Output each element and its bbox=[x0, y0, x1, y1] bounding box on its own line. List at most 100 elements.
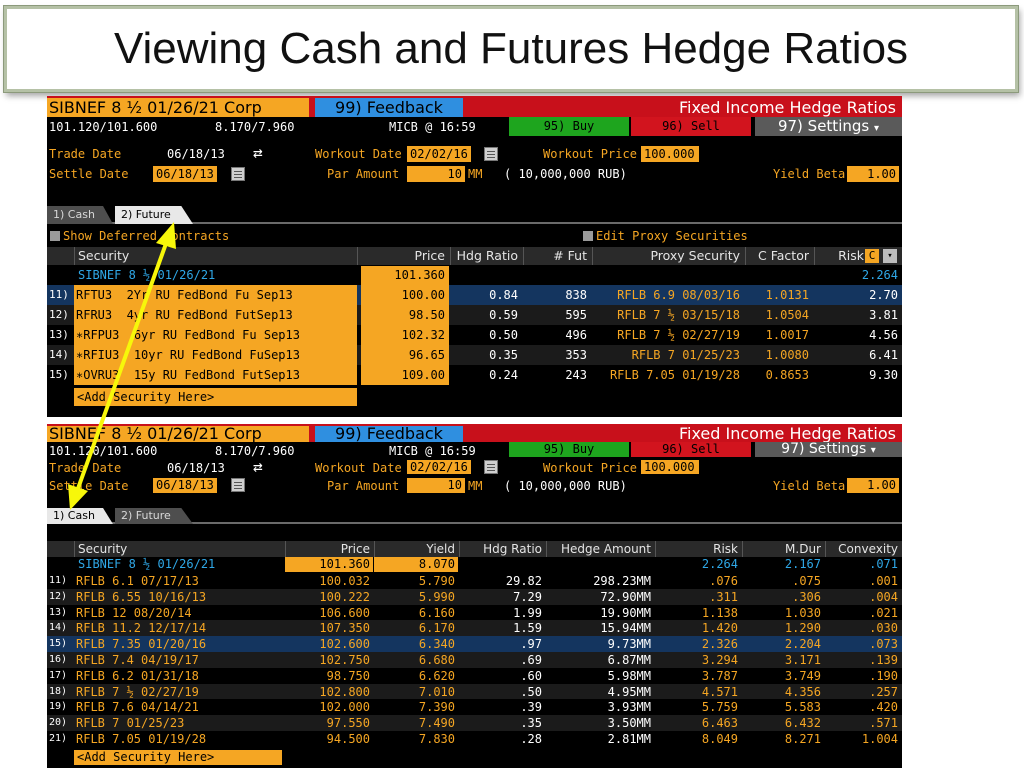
calendar-icon[interactable] bbox=[484, 460, 498, 474]
par-amount-field[interactable]: 10 bbox=[407, 166, 465, 182]
future-security[interactable]: RFRU3 4yr RU FedBond FutSep13 bbox=[74, 305, 357, 325]
future-price[interactable]: 102.32 bbox=[361, 325, 449, 345]
sell-button[interactable]: 96) Sell bbox=[631, 442, 751, 457]
risk-mode-field[interactable]: C bbox=[865, 249, 879, 263]
feedback-button[interactable]: 99) Feedback bbox=[315, 98, 463, 117]
buy-button[interactable]: 95) Buy bbox=[509, 442, 629, 457]
bond-ticker[interactable]: SIBNEF 8 ½ 01/26/21 Corp bbox=[47, 98, 309, 117]
table-row[interactable]: 14) ∗RFIU3 10yr RU FedBond FuSep13 96.65 0.… bbox=[47, 345, 902, 365]
table-row[interactable]: 15) ∗OVRU3 15y RU FedBond FutSep13 109.00 0… bbox=[47, 365, 902, 385]
settle-date-field[interactable]: 06/18/13 bbox=[153, 166, 217, 182]
cash-security[interactable]: RFLB 6.1 07/17/13 bbox=[76, 573, 199, 589]
par-amount-field[interactable]: 10 bbox=[407, 478, 465, 493]
workout-date-field[interactable]: 02/02/16 bbox=[407, 460, 471, 474]
workout-date-field[interactable]: 02/02/16 bbox=[407, 146, 471, 162]
feedback-button[interactable]: 99) Feedback bbox=[315, 426, 463, 442]
col-num-fut[interactable]: # Fut bbox=[523, 247, 591, 265]
yield-beta-field[interactable]: 1.00 bbox=[847, 166, 899, 182]
table-row[interactable]: 13) ∗RFPU3 6yr RU FedBond Fu Sep13 102.32 0… bbox=[47, 325, 902, 345]
add-security-field[interactable]: <Add Security Here> bbox=[74, 388, 357, 406]
cash-security[interactable]: RFLB 6.2 01/31/18 bbox=[76, 668, 199, 684]
col-cfactor[interactable]: C Factor bbox=[745, 247, 813, 265]
col-risk[interactable]: Risk bbox=[655, 541, 741, 557]
calendar-icon[interactable] bbox=[231, 167, 245, 181]
yield-beta-field[interactable]: 1.00 bbox=[847, 478, 899, 493]
cash-hedge-screen: SIBNEF 8 ½ 01/26/21 Corp 99) Feedback Fi… bbox=[47, 424, 902, 768]
table-row[interactable]: 14) RFLB 11.2 12/17/14 107.350 6.170 1.59 15.… bbox=[47, 620, 902, 637]
base-price[interactable]: 101.360 bbox=[285, 557, 373, 572]
tab-future[interactable]: 2) Future bbox=[115, 508, 193, 524]
table-row[interactable]: 21) RFLB 7.05 01/19/28 94.500 7.830 .28 2.81M… bbox=[47, 731, 902, 747]
base-yield[interactable]: 8.070 bbox=[374, 557, 458, 572]
buy-button[interactable]: 95) Buy bbox=[509, 117, 629, 136]
cash-yield: 7.830 bbox=[418, 732, 455, 746]
cash-security[interactable]: RFLB 12 08/20/14 bbox=[76, 605, 192, 621]
table-row[interactable]: 12) RFRU3 4yr RU FedBond FutSep13 98.50 0.5… bbox=[47, 305, 902, 325]
tab-cash[interactable]: 1) Cash bbox=[47, 206, 113, 224]
col-convexity[interactable]: Convexity bbox=[825, 541, 902, 557]
table-row[interactable]: 13) RFLB 12 08/20/14 106.600 6.160 1.99 19.90… bbox=[47, 604, 902, 621]
tab-cash[interactable]: 1) Cash bbox=[47, 508, 113, 524]
table-row[interactable]: 11) RFTU3 2Yr RU FedBond Fu Sep13 100.00 0.… bbox=[47, 285, 902, 305]
cash-security[interactable]: RFLB 7.05 01/19/28 bbox=[76, 731, 206, 747]
settle-date-field[interactable]: 06/18/13 bbox=[153, 478, 217, 493]
future-security[interactable]: ∗RFPU3 6yr RU FedBond Fu Sep13 bbox=[74, 325, 357, 345]
bond-ticker[interactable]: SIBNEF 8 ½ 01/26/21 Corp bbox=[47, 426, 309, 442]
future-security[interactable]: ∗OVRU3 15y RU FedBond FutSep13 bbox=[74, 365, 357, 385]
cash-hedge-amount: 9.73MM bbox=[607, 637, 651, 652]
cash-security[interactable]: RFLB 7 01/25/23 bbox=[76, 715, 184, 731]
table-row[interactable]: 15) RFLB 7.35 01/20/16 102.600 6.340 .97 9.73… bbox=[47, 636, 902, 653]
settings-button[interactable]: 97) Settings ▾ bbox=[755, 117, 902, 136]
cash-hdg-ratio: 1.99 bbox=[513, 605, 542, 620]
col-hdg-ratio[interactable]: Hdg Ratio bbox=[450, 247, 522, 265]
col-proxy-security[interactable]: Proxy Security bbox=[592, 247, 744, 265]
table-row[interactable]: 16) RFLB 7.4 04/19/17 102.750 6.680 .69 6.87M… bbox=[47, 652, 902, 668]
table-row[interactable]: 17) RFLB 6.2 01/31/18 98.750 6.620 .60 5.98MM… bbox=[47, 667, 902, 684]
col-hdg-ratio[interactable]: Hdg Ratio bbox=[459, 541, 545, 557]
table-row[interactable]: 19) RFLB 7.6 04/14/21 102.000 7.390 .39 3.93M… bbox=[47, 699, 902, 716]
cash-security[interactable]: RFLB 7.35 01/20/16 bbox=[76, 636, 206, 652]
future-price[interactable]: 98.50 bbox=[361, 305, 449, 325]
cash-security[interactable]: RFLB 7.4 04/19/17 bbox=[76, 652, 199, 668]
workout-price-field[interactable]: 100.000 bbox=[641, 460, 699, 474]
col-hedge-amount[interactable]: Hedge Amount bbox=[546, 541, 654, 557]
refresh-icon[interactable]: ⇄ bbox=[253, 459, 263, 475]
cash-security[interactable]: RFLB 11.2 12/17/14 bbox=[76, 620, 206, 636]
calendar-icon[interactable] bbox=[231, 478, 245, 492]
future-security[interactable]: ∗RFIU3 10yr RU FedBond FuSep13 bbox=[74, 345, 357, 365]
settings-button[interactable]: 97) Settings ▾ bbox=[755, 442, 902, 457]
col-price[interactable]: Price bbox=[285, 541, 373, 557]
col-mdur[interactable]: M.Dur bbox=[742, 541, 824, 557]
future-proxy[interactable]: RFLB 7 ½ 02/27/19 bbox=[592, 325, 744, 345]
tab-future[interactable]: 2) Future bbox=[115, 206, 193, 224]
future-security[interactable]: RFTU3 2Yr RU FedBond Fu Sep13 bbox=[74, 285, 357, 305]
show-deferred-checkbox[interactable] bbox=[50, 231, 60, 241]
future-price[interactable]: 109.00 bbox=[361, 365, 449, 385]
table-row[interactable]: 12) RFLB 6.55 10/16/13 100.222 5.990 7.29 72.… bbox=[47, 588, 902, 605]
dropdown-icon[interactable]: ▾ bbox=[883, 249, 897, 263]
table-row[interactable]: 11) RFLB 6.1 07/17/13 100.032 5.790 29.82 298… bbox=[47, 573, 902, 589]
edit-proxy-checkbox[interactable] bbox=[583, 231, 593, 241]
refresh-icon[interactable]: ⇄ bbox=[253, 145, 263, 161]
cash-security[interactable]: RFLB 6.55 10/16/13 bbox=[76, 589, 206, 605]
future-proxy[interactable]: RFLB 7 ½ 03/15/18 bbox=[592, 305, 744, 325]
future-proxy[interactable]: RFLB 7.05 01/19/28 bbox=[592, 365, 744, 385]
col-yield[interactable]: Yield bbox=[374, 541, 458, 557]
future-price[interactable]: 96.65 bbox=[361, 345, 449, 365]
table-row[interactable]: 20) RFLB 7 01/25/23 97.550 7.490 .35 3.50MM 6.… bbox=[47, 715, 902, 732]
calendar-icon[interactable] bbox=[484, 147, 498, 161]
workout-price-field[interactable]: 100.000 bbox=[641, 146, 699, 162]
add-security-field[interactable]: <Add Security Here> bbox=[74, 750, 282, 765]
future-proxy[interactable]: RFLB 7 01/25/23 bbox=[592, 345, 744, 365]
col-price[interactable]: Price bbox=[357, 247, 449, 265]
table-row[interactable]: 18) RFLB 7 ½ 02/27/19 102.800 7.010 .50 4.95M… bbox=[47, 683, 902, 700]
sell-button[interactable]: 96) Sell bbox=[631, 117, 751, 136]
cash-security[interactable]: RFLB 7 ½ 02/27/19 bbox=[76, 684, 199, 700]
future-price[interactable]: 100.00 bbox=[361, 285, 449, 305]
cash-security[interactable]: RFLB 7.6 04/14/21 bbox=[76, 699, 199, 715]
base-price[interactable]: 101.360 bbox=[361, 266, 449, 285]
cash-yield: 6.680 bbox=[418, 653, 455, 667]
future-proxy[interactable]: RFLB 6.9 08/03/16 bbox=[592, 285, 744, 305]
col-security[interactable]: Security bbox=[74, 247, 356, 265]
col-security[interactable]: Security bbox=[74, 541, 284, 557]
